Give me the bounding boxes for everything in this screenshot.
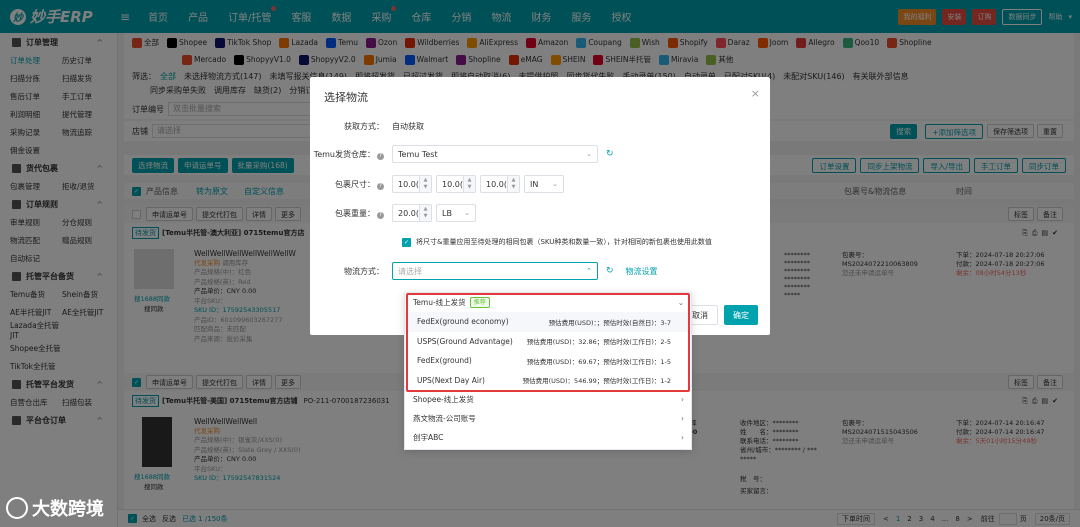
highlight-frame [406, 293, 690, 392]
length-value: 10.0( [398, 179, 419, 189]
stepper-icon[interactable]: ▲ ▼ [463, 176, 475, 192]
weight-label: 包裹重量 [335, 208, 367, 218]
method-select[interactable]: 请选择 ⌃ [392, 262, 598, 280]
group-label: 创宇ABC [413, 433, 444, 442]
weight-label-wrap: 包裹重量：? [310, 208, 392, 219]
chevron-down-icon: ⌄ [552, 180, 558, 188]
height-input[interactable]: 10.0(▲ ▼ [480, 175, 520, 193]
size-label: 包裹尺寸 [335, 179, 367, 189]
width-value: 10.0( [442, 179, 463, 189]
warehouse-value: Temu Test [398, 149, 438, 159]
width-input[interactable]: 10.0(▲ ▼ [436, 175, 476, 193]
dialog-title: 选择物流 [324, 91, 368, 104]
method-label: 物流方式： [344, 266, 384, 276]
stepper-icon[interactable]: ▲ ▼ [419, 205, 431, 221]
watermark-logo-icon [6, 497, 28, 519]
weight-value: 20.0( [398, 208, 419, 218]
dropdown-group-shopee[interactable]: Shopee-线上发货 › [405, 390, 691, 409]
method-placeholder: 请选择 [398, 266, 422, 276]
length-input[interactable]: 10.0(▲ ▼ [392, 175, 432, 193]
chevron-up-icon: ⌃ [586, 267, 592, 275]
help-icon[interactable]: ? [377, 182, 384, 190]
chevron-right-icon: › [681, 414, 684, 423]
chevron-down-icon: ⌄ [586, 150, 592, 158]
weight-row: 包裹重量：? 20.0(▲ ▼ LB ⌄ [310, 204, 476, 222]
get-method-label: 获取方式： [344, 122, 384, 131]
refresh-icon[interactable]: ↻ [606, 266, 614, 276]
size-unit-value: IN [530, 179, 539, 189]
watermark-text: 大数跨境 [32, 499, 104, 520]
chevron-down-icon: ⌄ [464, 209, 470, 217]
dropdown-group-chuangyu[interactable]: 创宇ABC › [405, 428, 691, 447]
size-label-wrap: 包裹尺寸：? [310, 179, 392, 190]
weight-unit-select[interactable]: LB ⌄ [436, 204, 476, 222]
dialog-footer: 取消 确定 [682, 305, 758, 325]
size-unit-select[interactable]: IN ⌄ [524, 175, 564, 193]
watermark: 大数跨境 [6, 495, 104, 521]
stepper-icon[interactable]: ▲ ▼ [507, 176, 519, 192]
chevron-right-icon: › [681, 433, 684, 442]
warehouse-label-wrap: Temu发货仓库：? [310, 149, 392, 160]
chevron-right-icon: › [681, 395, 684, 404]
stepper-icon[interactable]: ▲ ▼ [419, 176, 431, 192]
refresh-icon[interactable]: ↻ [606, 149, 614, 159]
height-value: 10.0( [486, 179, 507, 189]
group-label: 燕文物流-公司账号 [413, 414, 476, 423]
help-icon[interactable]: ? [377, 152, 384, 160]
warehouse-label: Temu发货仓库 [313, 149, 367, 159]
apply-same-label: 将尺寸&重量应用至待处理的相同包裹（SKU种类和数量一致），针对相同的新包裹也使… [416, 238, 712, 246]
get-method-value: 自动获取 [392, 122, 424, 131]
dropdown-group-yanwen[interactable]: 燕文物流-公司账号 › [405, 409, 691, 428]
method-row: 物流方式： 请选择 ⌃ ↻ 物流设置 [310, 262, 658, 280]
warehouse-select[interactable]: Temu Test ⌄ [392, 145, 598, 163]
close-icon[interactable]: × [751, 87, 760, 100]
apply-same-row: ✓ 将尺寸&重量应用至待处理的相同包裹（SKU种类和数量一致），针对相同的新包裹… [402, 237, 712, 247]
size-row: 包裹尺寸：? 10.0(▲ ▼ 10.0(▲ ▼ 10.0(▲ ▼ IN ⌄ [310, 175, 564, 193]
weight-input[interactable]: 20.0(▲ ▼ [392, 204, 432, 222]
warehouse-row: Temu发货仓库：? Temu Test ⌄ ↻ [310, 145, 614, 163]
apply-same-checkbox[interactable]: ✓ [402, 237, 411, 247]
help-icon[interactable]: ? [377, 211, 384, 219]
method-settings-link[interactable]: 物流设置 [626, 266, 658, 277]
weight-unit-value: LB [442, 208, 452, 218]
get-method-row: 获取方式： 自动获取 [310, 121, 424, 132]
confirm-button[interactable]: 确定 [724, 305, 758, 325]
group-label: Shopee-线上发货 [413, 395, 474, 404]
